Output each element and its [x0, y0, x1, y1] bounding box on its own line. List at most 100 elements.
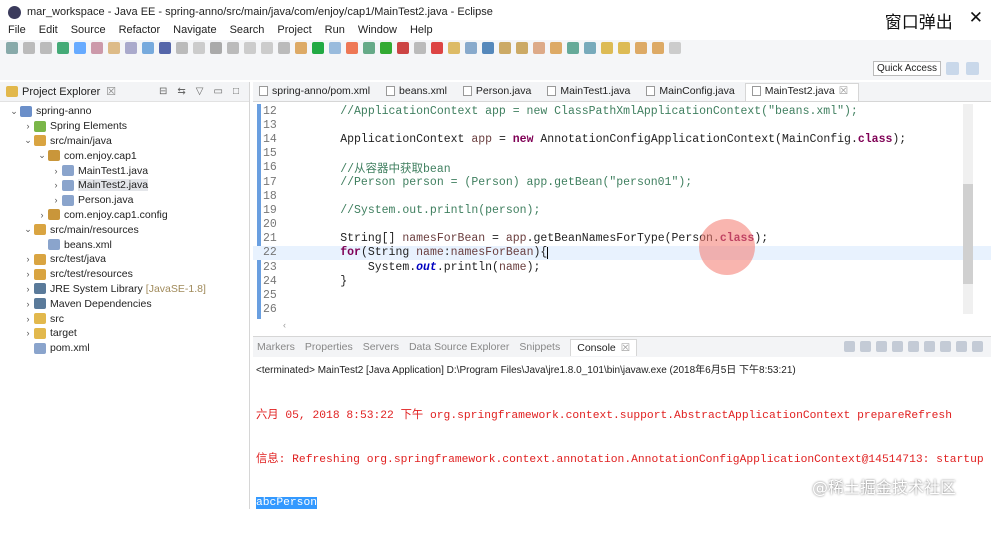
toolbar-button-icon[interactable] [329, 42, 341, 54]
maximize-icon[interactable]: □ [233, 86, 239, 97]
close-view-icon[interactable]: ☒ [106, 85, 116, 98]
collapse-all-icon[interactable]: ⊟ [159, 86, 167, 97]
scroll-lock-icon[interactable] [892, 341, 903, 352]
toolbar-button-icon[interactable] [516, 42, 528, 54]
chevron-right-icon[interactable]: › [22, 314, 34, 324]
chevron-right-icon[interactable]: › [22, 121, 34, 131]
toolbar-button-icon[interactable] [669, 42, 681, 54]
toolbar-button-icon[interactable] [227, 42, 239, 54]
toolbar-button-icon[interactable] [601, 42, 613, 54]
tree-item[interactable]: › JRE System Library [JavaSE-1.8] [0, 282, 249, 297]
tree-item[interactable]: ⌄ com.enjoy.cap1 [0, 148, 249, 163]
terminate-icon[interactable] [844, 341, 855, 352]
close-tab-icon[interactable]: ☒ [621, 342, 630, 354]
toolbar-button-icon[interactable] [295, 42, 307, 54]
toolbar-button-icon[interactable] [193, 42, 205, 54]
chevron-down-icon[interactable]: ⌄ [36, 150, 48, 161]
tree-item[interactable]: › src/test/resources [0, 267, 249, 282]
toolbar-button-icon[interactable] [533, 42, 545, 54]
chevron-right-icon[interactable]: › [22, 284, 34, 294]
editor-tab[interactable]: MainTest2.java ☒ [744, 83, 860, 101]
toolbar-button-icon[interactable] [448, 42, 460, 54]
chevron-right-icon[interactable]: › [50, 180, 62, 190]
chevron-right-icon[interactable]: › [36, 210, 48, 220]
popout-label[interactable]: 窗口弹出 [885, 8, 953, 33]
editor-tab[interactable]: Person.java [457, 83, 541, 101]
toolbar-button-icon[interactable] [584, 42, 596, 54]
toolbar-button-icon[interactable] [618, 42, 630, 54]
tree-item[interactable]: pom.xml [0, 341, 249, 356]
toolbar-button-icon[interactable] [278, 42, 290, 54]
toolbar-button-icon[interactable] [176, 42, 188, 54]
tree-item[interactable]: › Maven Dependencies [0, 296, 249, 311]
toolbar-button-icon[interactable] [125, 42, 137, 54]
project-explorer-title[interactable]: Project Explorer [22, 86, 100, 98]
menu-navigate[interactable]: Navigate [173, 24, 216, 40]
toolbar-button-icon[interactable] [210, 42, 222, 54]
close-tab-icon[interactable]: ☒ [839, 85, 848, 97]
tab-markers[interactable]: Markers [257, 341, 295, 353]
toolbar-button-icon[interactable] [431, 42, 443, 54]
tree-item[interactable]: › src/test/java [0, 252, 249, 267]
tree-item[interactable]: › Person.java [0, 193, 249, 208]
toolbar-button-icon[interactable] [652, 42, 664, 54]
menu-edit[interactable]: Edit [39, 24, 58, 40]
editor-tab[interactable]: spring-anno/pom.xml [253, 83, 380, 101]
toolbar-button-icon[interactable] [312, 42, 324, 54]
tree-item[interactable]: › Spring Elements [0, 119, 249, 134]
toolbar-button-icon[interactable] [91, 42, 103, 54]
toolbar-button-icon[interactable] [74, 42, 86, 54]
tree-item[interactable]: › target [0, 326, 249, 341]
toolbar-button-icon[interactable] [414, 42, 426, 54]
toolbar-button-icon[interactable] [108, 42, 120, 54]
toolbar-button-icon[interactable] [40, 42, 52, 54]
toolbar-button-icon[interactable] [57, 42, 69, 54]
chevron-right-icon[interactable]: › [22, 328, 34, 338]
toolbar-button-icon[interactable] [567, 42, 579, 54]
tab-snippets[interactable]: Snippets [519, 341, 560, 353]
tree-item[interactable]: › src [0, 311, 249, 326]
tree-item[interactable]: ⌄ src/main/resources [0, 222, 249, 237]
toolbar-button-icon[interactable] [397, 42, 409, 54]
minimize-icon[interactable] [956, 341, 967, 352]
editor-tab[interactable]: MainTest1.java [541, 83, 640, 101]
toolbar-button-icon[interactable] [23, 42, 35, 54]
toolbar-button-icon[interactable] [261, 42, 273, 54]
chevron-down-icon[interactable]: ⌄ [22, 135, 34, 146]
toolbar-button-icon[interactable] [346, 42, 358, 54]
menu-file[interactable]: File [8, 24, 26, 40]
menu-source[interactable]: Source [71, 24, 106, 40]
selected-output-text[interactable]: abcPerson [256, 497, 318, 509]
tree-item[interactable]: beans.xml [0, 237, 249, 252]
horizontal-scrollbar[interactable]: ‹ [283, 320, 973, 330]
toolbar-button-icon[interactable] [635, 42, 647, 54]
toolbar-button-icon[interactable] [465, 42, 477, 54]
tree-item[interactable]: › MainTest1.java [0, 163, 249, 178]
console-output[interactable]: 六月 05, 2018 8:53:22 下午 org.springframewo… [253, 380, 991, 540]
vertical-scrollbar[interactable] [963, 104, 973, 314]
toolbar-button-icon[interactable] [142, 42, 154, 54]
menu-project[interactable]: Project [277, 24, 311, 40]
code-area[interactable]: 12 //ApplicationContext app = new ClassP… [253, 104, 991, 319]
pin-console-icon[interactable] [908, 341, 919, 352]
tree-item[interactable]: › MainTest2.java [0, 178, 249, 193]
toolbar-button-icon[interactable] [159, 42, 171, 54]
link-editor-icon[interactable]: ⇆ [177, 86, 185, 97]
remove-launch-icon[interactable] [860, 341, 871, 352]
menu-refactor[interactable]: Refactor [119, 24, 161, 40]
chevron-right-icon[interactable]: › [50, 195, 62, 205]
close-icon[interactable]: ✕ [969, 8, 983, 33]
tab-console[interactable]: Console ☒ [570, 338, 638, 356]
editor-tab[interactable]: beans.xml [380, 83, 457, 101]
chevron-down-icon[interactable]: ⌄ [22, 224, 34, 235]
display-console-icon[interactable] [924, 341, 935, 352]
tree-item[interactable]: ⌄ spring-anno [0, 104, 249, 119]
chevron-down-icon[interactable]: ⌄ [8, 106, 20, 117]
toolbar-button-icon[interactable] [363, 42, 375, 54]
toolbar-button-icon[interactable] [499, 42, 511, 54]
chevron-right-icon[interactable]: › [22, 299, 34, 309]
minimize-icon[interactable]: ▭ [214, 86, 223, 97]
tab-data-source-explorer[interactable]: Data Source Explorer [409, 341, 509, 353]
open-console-icon[interactable] [940, 341, 951, 352]
open-perspective-icon[interactable] [946, 62, 959, 75]
